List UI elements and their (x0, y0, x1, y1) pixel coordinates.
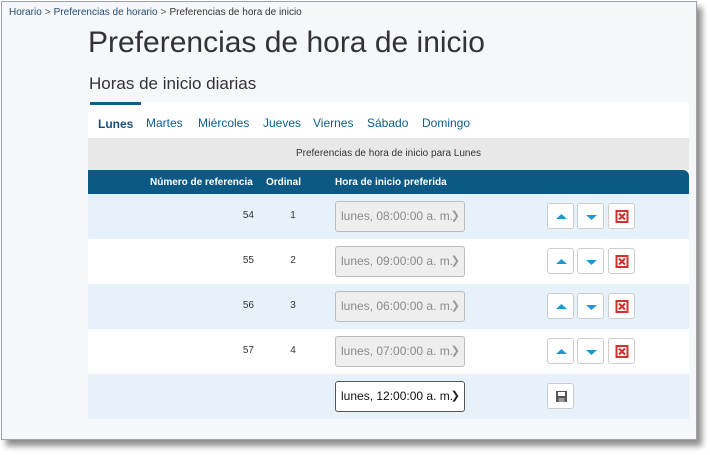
arrow-down-icon (586, 305, 597, 310)
delete-icon (615, 255, 629, 268)
start-time-select[interactable]: lunes, 07:00:00 a. m. ❯ (335, 336, 465, 367)
chevron-down-icon: ❯ (450, 300, 460, 312)
table-row: 55 2 lunes, 09:00:00 a. m. ❯ (88, 239, 689, 284)
move-down-button[interactable] (577, 338, 604, 364)
breadcrumb-separator: > (160, 7, 167, 18)
start-time-panel: Lunes Martes Miércoles Jueves Viernes Sá… (88, 102, 689, 419)
column-header-ordinal: Ordinal (266, 177, 302, 188)
chevron-down-icon: ❯ (450, 255, 460, 267)
ordinal-value: 1 (290, 210, 296, 221)
start-time-value: lunes, 09:00:00 a. m. (341, 254, 454, 268)
start-time-select[interactable]: lunes, 08:00:00 a. m. ❯ (335, 201, 465, 232)
reference-number: 55 (242, 255, 254, 266)
breadcrumb: Horario > Preferencias de horario > Preferen… (9, 7, 302, 18)
table-header: Número de referencia Ordinal Hora de ini… (88, 170, 689, 194)
tab-lunes[interactable]: Lunes (90, 102, 142, 138)
tab-miercoles[interactable]: Miércoles (190, 102, 257, 138)
move-down-button[interactable] (577, 203, 604, 229)
tab-sabado[interactable]: Sábado (359, 102, 416, 138)
move-up-button[interactable] (547, 338, 574, 364)
arrow-down-icon (586, 350, 597, 355)
delete-icon (615, 210, 629, 223)
page-title: Preferencias de hora de inicio (88, 26, 485, 59)
chevron-down-icon: ❯ (450, 390, 460, 402)
arrow-down-icon (586, 215, 597, 220)
move-down-button[interactable] (577, 248, 604, 274)
column-header-reference: Número de referencia (150, 177, 253, 188)
start-time-select[interactable]: lunes, 09:00:00 a. m. ❯ (335, 246, 465, 277)
day-tabs: Lunes Martes Miércoles Jueves Viernes Sá… (88, 102, 689, 139)
move-down-button[interactable] (577, 293, 604, 319)
delete-button[interactable] (608, 293, 635, 319)
table-row: 56 3 lunes, 06:00:00 a. m. ❯ (88, 284, 689, 329)
column-header-start-time: Hora de inicio preferida (335, 177, 447, 188)
reference-number: 57 (242, 345, 254, 356)
table-row: 57 4 lunes, 07:00:00 a. m. ❯ (88, 329, 689, 374)
table-caption: Preferencias de hora de inicio para Lune… (88, 138, 689, 170)
arrow-up-icon (556, 349, 567, 354)
start-time-value: lunes, 06:00:00 a. m. (341, 299, 454, 313)
arrow-down-icon (586, 260, 597, 265)
arrow-up-icon (556, 214, 567, 219)
breadcrumb-separator: > (44, 7, 51, 18)
tab-jueves[interactable]: Jueves (255, 102, 309, 138)
move-up-button[interactable] (547, 203, 574, 229)
move-up-button[interactable] (547, 248, 574, 274)
reference-number: 56 (242, 300, 254, 311)
reference-number: 54 (242, 210, 254, 221)
arrow-up-icon (556, 304, 567, 309)
delete-button[interactable] (608, 248, 635, 274)
chevron-down-icon: ❯ (450, 345, 460, 357)
start-time-value: lunes, 08:00:00 a. m. (341, 209, 454, 223)
delete-icon (615, 345, 629, 358)
chevron-down-icon: ❯ (450, 210, 460, 222)
tab-domingo[interactable]: Domingo (414, 102, 478, 138)
page-subtitle: Horas de inicio diarias (89, 74, 257, 93)
table-row: 54 1 lunes, 08:00:00 a. m. ❯ (88, 194, 689, 239)
move-up-button[interactable] (547, 293, 574, 319)
breadcrumb-link-horario[interactable]: Horario (9, 7, 42, 18)
new-start-time-select[interactable]: lunes, 12:00:00 a. m. ❯ (335, 381, 465, 412)
new-start-time-value: lunes, 12:00:00 a. m. (341, 389, 454, 403)
start-time-select[interactable]: lunes, 06:00:00 a. m. ❯ (335, 291, 465, 322)
ordinal-value: 3 (290, 300, 296, 311)
tab-viernes[interactable]: Viernes (305, 102, 361, 138)
breadcrumb-current: Preferencias de hora de inicio (169, 7, 302, 18)
ordinal-value: 2 (290, 255, 296, 266)
save-button[interactable] (547, 383, 574, 409)
start-time-value: lunes, 07:00:00 a. m. (341, 344, 454, 358)
ordinal-value: 4 (290, 345, 296, 356)
tab-martes[interactable]: Martes (138, 102, 191, 138)
save-icon (556, 391, 567, 402)
breadcrumb-link-preferencias-horario[interactable]: Preferencias de horario (54, 7, 158, 18)
window-frame: Horario > Preferencias de horario > Preferen… (1, 1, 697, 440)
delete-button[interactable] (608, 338, 635, 364)
arrow-up-icon (556, 259, 567, 264)
delete-icon (615, 300, 629, 313)
new-row: lunes, 12:00:00 a. m. ❯ (88, 374, 689, 419)
delete-button[interactable] (608, 203, 635, 229)
